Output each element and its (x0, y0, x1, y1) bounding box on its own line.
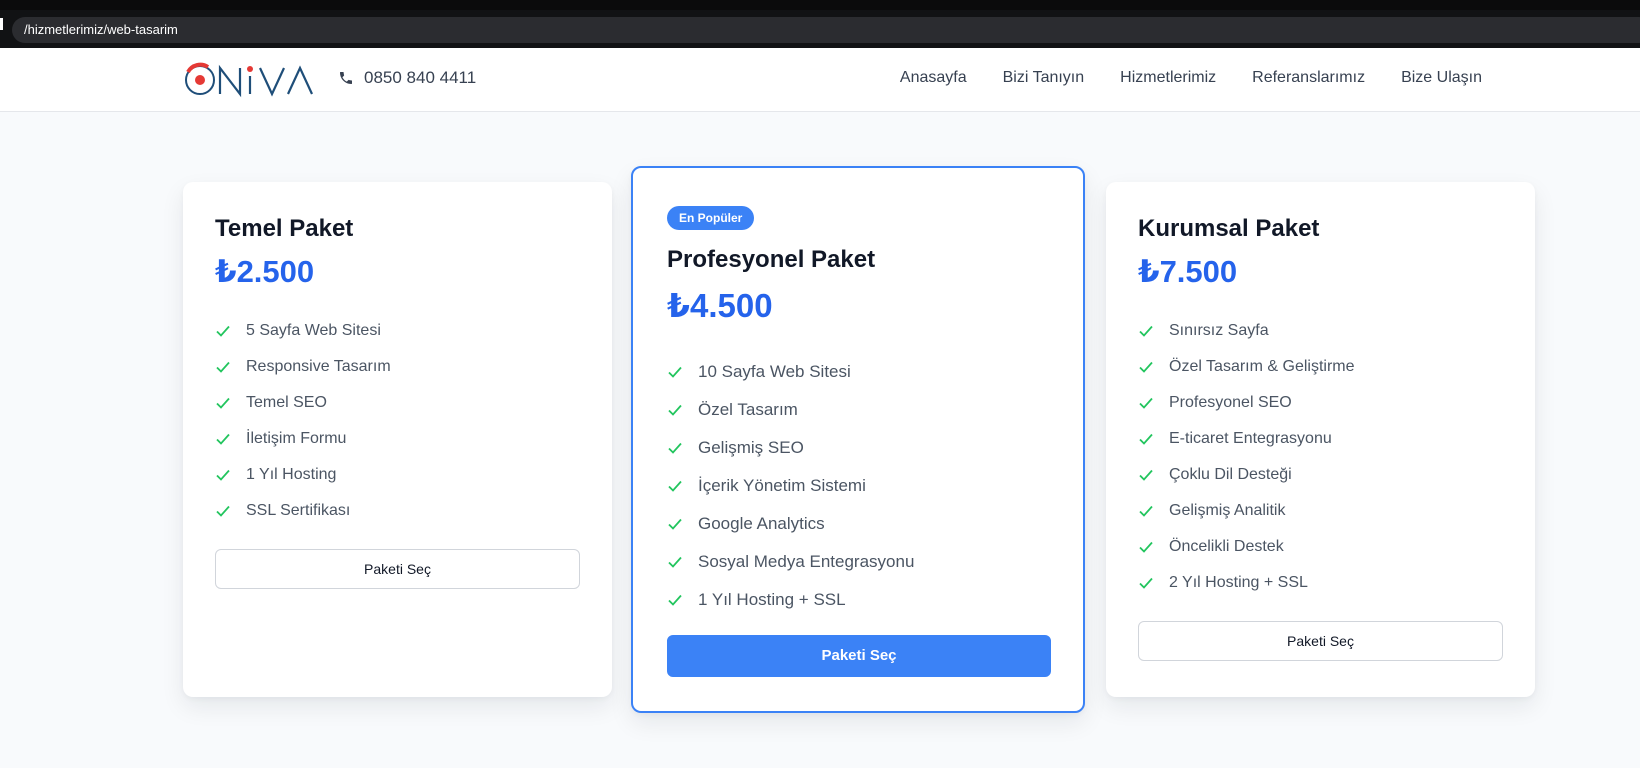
check-icon (668, 556, 682, 568)
check-icon (668, 366, 682, 378)
feature-label: Çoklu Dil Desteği (1169, 466, 1292, 483)
feature-label: Responsive Tasarım (246, 358, 391, 375)
feature-label: Öncelikli Destek (1169, 538, 1284, 555)
feature-label: 10 Sayfa Web Sitesi (698, 362, 851, 381)
feature-label: Sosyal Medya Entegrasyonu (698, 552, 915, 571)
feature-item: 2 Yıl Hosting + SSL (1138, 565, 1355, 601)
check-icon (668, 480, 682, 492)
plan-price: ₺7.500 (1138, 254, 1238, 289)
pricing-card-profesyonel: En Popüler Profesyonel Paket ₺4.500 10 S… (631, 166, 1085, 713)
feature-item: Responsive Tasarım (215, 349, 391, 385)
feature-label: İçerik Yönetim Sistemi (698, 476, 866, 495)
feature-label: 1 Yıl Hosting (246, 466, 337, 483)
check-icon (1139, 433, 1153, 445)
plan-title: Profesyonel Paket (667, 246, 876, 273)
pricing-card-kurumsal: Kurumsal Paket ₺7.500 Sınırsız Sayfa Öze… (1106, 182, 1535, 697)
main-nav: Anasayfa Bizi Tanıyın Hizmetlerimiz Refe… (900, 69, 1482, 87)
feature-item: Sosyal Medya Entegrasyonu (667, 543, 914, 581)
plan-title: Kurumsal Paket (1138, 215, 1320, 242)
plan-price: ₺4.500 (667, 287, 773, 324)
check-icon (216, 361, 230, 373)
feature-item: SSL Sertifikası (215, 493, 391, 529)
check-icon (668, 442, 682, 454)
check-icon (1139, 469, 1153, 481)
feature-item: 1 Yıl Hosting + SSL (667, 581, 914, 619)
check-icon (216, 325, 230, 337)
feature-item: 5 Sayfa Web Sitesi (215, 313, 391, 349)
nav-item-bize-ulasin[interactable]: Bize Ulaşın (1401, 69, 1482, 87)
feature-label: SSL Sertifikası (246, 502, 351, 519)
check-icon (1139, 541, 1153, 553)
nav-item-referanslarimiz[interactable]: Referanslarımız (1252, 69, 1365, 87)
feature-label: Temel SEO (246, 394, 327, 411)
check-icon (1139, 577, 1153, 589)
feature-label: E-ticaret Entegrasyonu (1169, 430, 1332, 447)
back-edge-icon (0, 18, 3, 30)
select-plan-button[interactable]: Paketi Seç (215, 549, 580, 589)
feature-item: Özel Tasarım & Geliştirme (1138, 349, 1355, 385)
feature-item: Google Analytics (667, 505, 914, 543)
address-bar[interactable]: /hizmetlerimiz/web-tasarim (12, 17, 1640, 43)
check-icon (216, 433, 230, 445)
nav-item-bizi-taniyin[interactable]: Bizi Tanıyın (1003, 69, 1085, 87)
feature-label: 2 Yıl Hosting + SSL (1169, 574, 1308, 591)
feature-item: Gelişmiş Analitik (1138, 493, 1355, 529)
oniva-logo[interactable] (182, 60, 322, 100)
feature-item: 10 Sayfa Web Sitesi (667, 353, 914, 391)
feature-label: Gelişmiş Analitik (1169, 502, 1286, 519)
phone-number: 0850 840 4411 (364, 68, 477, 87)
check-icon (668, 404, 682, 416)
feature-label: Sınırsız Sayfa (1169, 322, 1269, 339)
tab-strip (0, 0, 1640, 10)
feature-item: Özel Tasarım (667, 391, 914, 429)
check-icon (1139, 397, 1153, 409)
popular-badge: En Popüler (667, 206, 755, 230)
browser-toolbar: /hizmetlerimiz/web-tasarim (0, 0, 1640, 48)
feature-list: Sınırsız Sayfa Özel Tasarım & Geliştirme… (1138, 313, 1355, 601)
check-icon (668, 518, 682, 530)
site-header: 0850 840 4411 Anasayfa Bizi Tanıyın Hizm… (0, 48, 1640, 112)
feature-item: Çoklu Dil Desteği (1138, 457, 1355, 493)
feature-item: İçerik Yönetim Sistemi (667, 467, 914, 505)
feature-label: Özel Tasarım & Geliştirme (1169, 358, 1355, 375)
plan-title: Temel Paket (215, 215, 354, 242)
select-plan-button[interactable]: Paketi Seç (667, 635, 1051, 677)
feature-item: Gelişmiş SEO (667, 429, 914, 467)
feature-label: Google Analytics (698, 514, 825, 533)
feature-label: Özel Tasarım (698, 400, 798, 419)
pricing-card-temel: Temel Paket ₺2.500 5 Sayfa Web Sitesi Re… (183, 182, 612, 697)
check-icon (1139, 361, 1153, 373)
feature-label: Gelişmiş SEO (698, 438, 804, 457)
feature-item: E-ticaret Entegrasyonu (1138, 421, 1355, 457)
feature-list: 5 Sayfa Web Sitesi Responsive Tasarım Te… (215, 313, 391, 529)
feature-item: Temel SEO (215, 385, 391, 421)
feature-item: Öncelikli Destek (1138, 529, 1355, 565)
check-icon (216, 505, 230, 517)
feature-item: 1 Yıl Hosting (215, 457, 391, 493)
nav-item-hizmetlerimiz[interactable]: Hizmetlerimiz (1120, 69, 1216, 87)
check-icon (1139, 325, 1153, 337)
feature-item: Profesyonel SEO (1138, 385, 1355, 421)
feature-label: 1 Yıl Hosting + SSL (698, 590, 846, 609)
feature-list: 10 Sayfa Web Sitesi Özel Tasarım Gelişmi… (667, 353, 914, 619)
feature-item: Sınırsız Sayfa (1138, 313, 1355, 349)
nav-item-anasayfa[interactable]: Anasayfa (900, 69, 967, 87)
check-icon (1139, 505, 1153, 517)
feature-item: İletişim Formu (215, 421, 391, 457)
feature-label: İletişim Formu (246, 430, 347, 447)
select-plan-button[interactable]: Paketi Seç (1138, 621, 1503, 661)
feature-label: 5 Sayfa Web Sitesi (246, 322, 381, 339)
phone-contact[interactable]: 0850 840 4411 (338, 68, 476, 88)
check-icon (216, 469, 230, 481)
check-icon (216, 397, 230, 409)
feature-label: Profesyonel SEO (1169, 394, 1292, 411)
check-icon (668, 594, 682, 606)
phone-icon (340, 72, 352, 84)
plan-price: ₺2.500 (215, 254, 315, 289)
